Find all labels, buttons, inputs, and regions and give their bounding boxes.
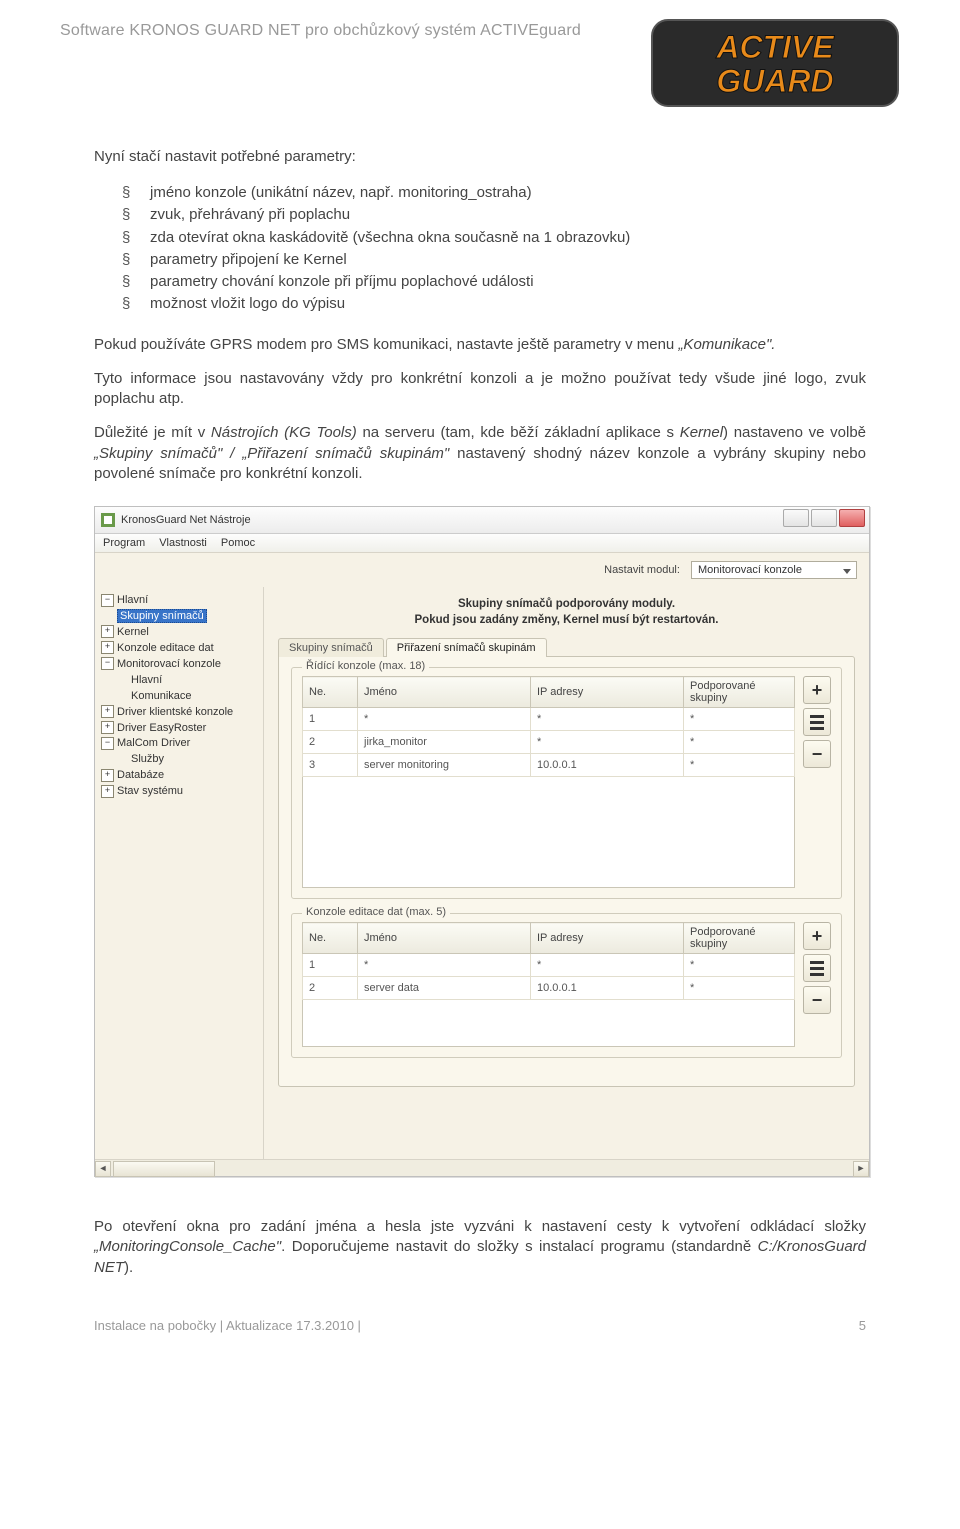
table-empty-area (302, 1000, 795, 1047)
app-screenshot: KronosGuard Net Nástroje Program Vlastno… (94, 506, 870, 1177)
footer-text: Instalace na pobočky | Aktualizace 17.3.… (94, 1318, 361, 1333)
edit-button[interactable] (803, 954, 831, 982)
expand-icon[interactable]: + (101, 705, 114, 718)
expand-icon[interactable]: + (101, 625, 114, 638)
expand-icon[interactable]: − (101, 657, 114, 670)
table-row[interactable]: 2jirka_monitor** (303, 731, 795, 754)
add-button[interactable]: + (803, 922, 831, 950)
group-ridici-konzole: Řídící konzole (max. 18) Ne. Jméno IP ad… (291, 667, 842, 899)
horizontal-scrollbar[interactable]: ◄ ► (95, 1159, 869, 1176)
ridici-table: Ne. Jméno IP adresy Podporované skupiny … (302, 676, 795, 777)
table-row[interactable]: 2server data10.0.0.1* (303, 977, 795, 1000)
tab-prirazeni[interactable]: Přiřazení snímačů skupinám (386, 638, 547, 657)
bars-icon (810, 961, 824, 976)
expand-icon[interactable]: + (101, 785, 114, 798)
intro-text: Nyní stačí nastavit potřebné parametry: (94, 148, 866, 165)
table-row[interactable]: 1*** (303, 954, 795, 977)
group-konzole-editace: Konzole editace dat (max. 5) Ne. Jméno I… (291, 913, 842, 1058)
titlebar: KronosGuard Net Nástroje (95, 507, 869, 534)
window-title: KronosGuard Net Nástroje (121, 514, 251, 526)
list-item: zda otevírat okna kaskádovitě (všechna o… (122, 228, 866, 248)
svg-text:GUARD: GUARD (716, 63, 833, 99)
minus-icon: − (812, 744, 823, 765)
scroll-left-icon[interactable]: ◄ (95, 1161, 111, 1177)
table-empty-area (302, 777, 795, 888)
expand-icon[interactable]: + (101, 721, 114, 734)
list-item: jméno konzole (unikátní název, např. mon… (122, 183, 866, 203)
header-title: Software KRONOS GUARD NET pro obchůzkový… (60, 18, 581, 40)
page-footer: Instalace na pobočky | Aktualizace 17.3.… (60, 1318, 900, 1333)
tab-skupiny-snimacu[interactable]: Skupiny snímačů (278, 638, 384, 657)
maximize-button[interactable] (811, 509, 837, 527)
list-item: možnost vložit logo do výpisu (122, 294, 866, 314)
close-button[interactable] (839, 509, 865, 527)
expand-icon[interactable]: + (101, 769, 114, 782)
menu-pomoc[interactable]: Pomoc (221, 537, 255, 549)
menu-vlastnosti[interactable]: Vlastnosti (159, 537, 207, 549)
activeguard-logo: ACTIVE GUARD (650, 18, 900, 108)
parameter-list: jméno konzole (unikátní název, např. mon… (94, 183, 866, 315)
menubar: Program Vlastnosti Pomoc (95, 534, 869, 553)
page-header: Software KRONOS GUARD NET pro obchůzkový… (60, 18, 900, 108)
scroll-right-icon[interactable]: ► (853, 1161, 869, 1177)
expand-icon[interactable]: − (101, 737, 114, 750)
table-row[interactable]: 3server monitoring10.0.0.1* (303, 754, 795, 777)
nav-tree[interactable]: −Hlavní Skupiny snímačů +Kernel +Konzole… (95, 587, 264, 1159)
scroll-thumb[interactable] (113, 1161, 215, 1177)
edit-button[interactable] (803, 708, 831, 736)
paragraph-important: Důležité je mít v Nástrojích (KG Tools) … (94, 423, 866, 484)
paragraph-after-screenshot: Po otevření okna pro zadání jména a hesl… (94, 1217, 866, 1278)
table-row[interactable]: 1*** (303, 708, 795, 731)
module-toolbar: Nastavit modul: Monitorovací konzole (95, 553, 869, 587)
module-label: Nastavit modul: (604, 564, 680, 576)
group-legend: Řídící konzole (max. 18) (302, 660, 429, 672)
add-button[interactable]: + (803, 676, 831, 704)
minimize-button[interactable] (783, 509, 809, 527)
plus-icon: + (812, 926, 823, 947)
panel-heading: Skupiny snímačů podporovány moduly. Poku… (278, 597, 855, 628)
plus-icon: + (812, 680, 823, 701)
bars-icon (810, 715, 824, 730)
minus-icon: − (812, 990, 823, 1011)
page-number: 5 (859, 1318, 866, 1333)
module-select[interactable]: Monitorovací konzole (691, 561, 857, 579)
group-legend: Konzole editace dat (max. 5) (302, 906, 450, 918)
paragraph-info: Tyto informace jsou nastavovány vždy pro… (94, 369, 866, 410)
list-item: zvuk, přehrávaný při poplachu (122, 205, 866, 225)
tree-skupiny-snimacu[interactable]: Skupiny snímačů (117, 609, 207, 623)
remove-button[interactable]: − (803, 986, 831, 1014)
expand-icon[interactable]: − (101, 594, 114, 607)
editace-table: Ne. Jméno IP adresy Podporované skupiny … (302, 922, 795, 1000)
expand-icon[interactable]: + (101, 641, 114, 654)
list-item: parametry připojení ke Kernel (122, 250, 866, 270)
app-icon (101, 513, 115, 527)
svg-text:ACTIVE: ACTIVE (715, 29, 835, 65)
remove-button[interactable]: − (803, 740, 831, 768)
paragraph-gprs: Pokud používáte GPRS modem pro SMS komun… (94, 335, 866, 355)
menu-program[interactable]: Program (103, 537, 145, 549)
list-item: parametry chování konzole při příjmu pop… (122, 272, 866, 292)
